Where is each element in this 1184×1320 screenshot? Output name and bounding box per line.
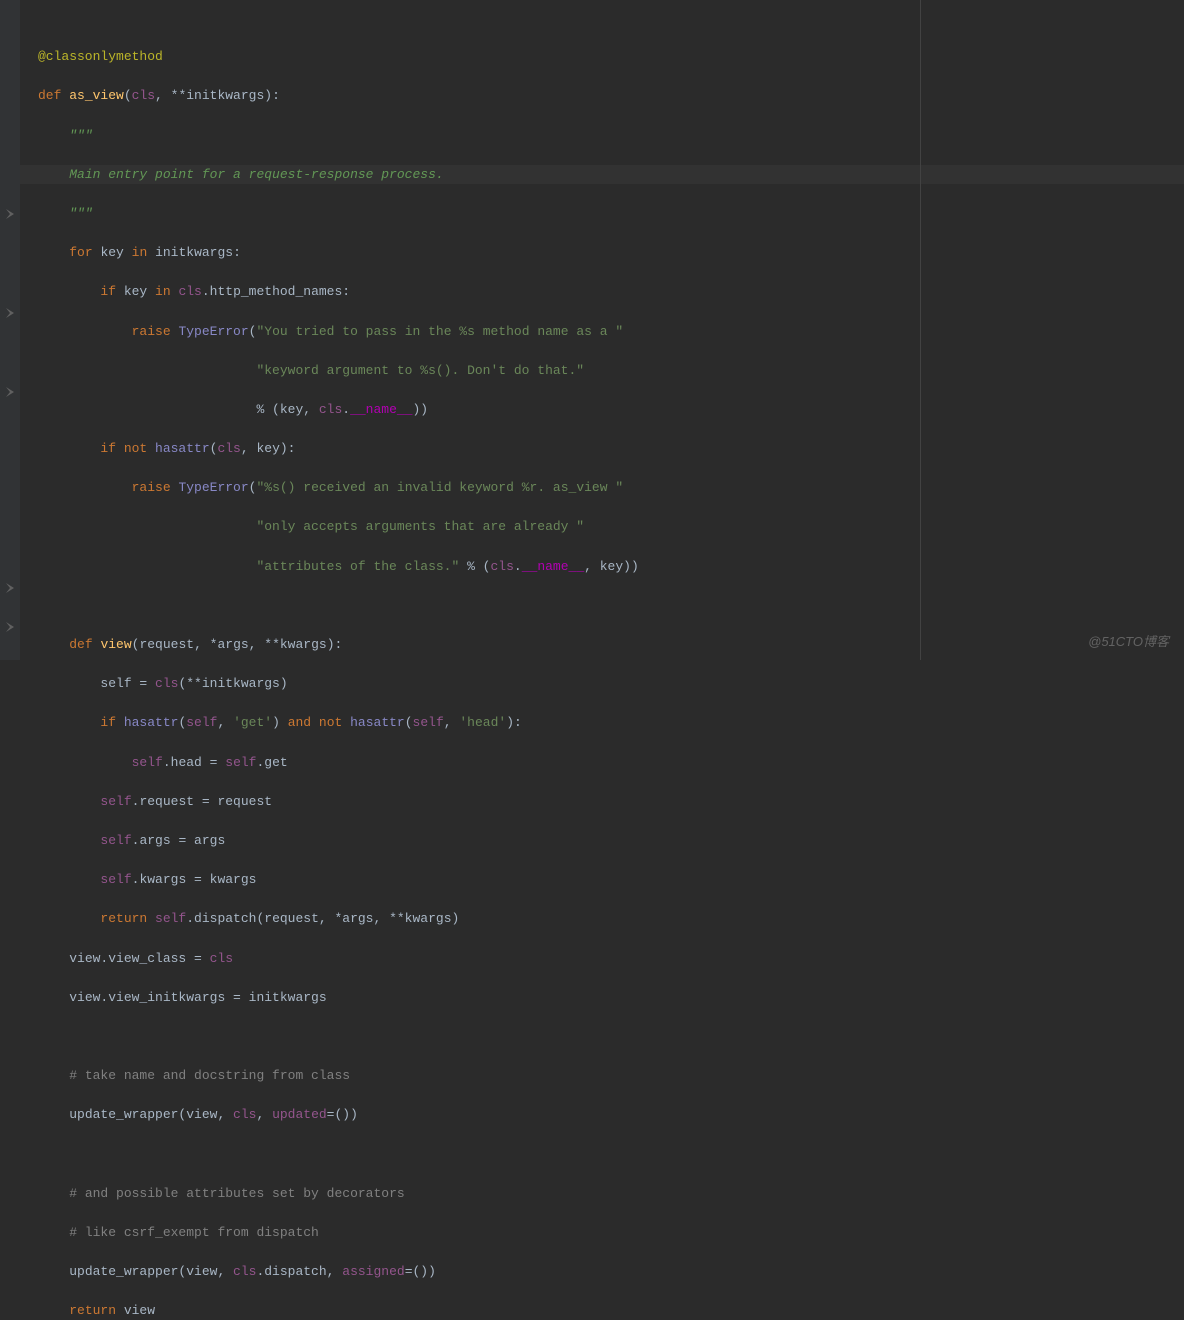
watermark: @51CTO博客 (1088, 632, 1169, 652)
editor-container: @classonlymethod def as_view(cls, **init… (0, 0, 1184, 660)
code-line: "only accepts arguments that are already… (20, 517, 1184, 537)
code-line: "attributes of the class." % (cls.__name… (20, 557, 1184, 577)
right-margin-guide (920, 0, 921, 660)
code-line (20, 1144, 1184, 1164)
code-line: if not hasattr(cls, key): (20, 439, 1184, 459)
code-area[interactable]: @classonlymethod def as_view(cls, **init… (20, 0, 1184, 660)
code-line: raise TypeError("%s() received an invali… (20, 478, 1184, 498)
code-line (20, 1027, 1184, 1047)
code-line: % (key, cls.__name__)) (20, 400, 1184, 420)
code-line: @classonlymethod (20, 47, 1184, 67)
code-line: raise TypeError("You tried to pass in th… (20, 322, 1184, 342)
code-line: def as_view(cls, **initkwargs): (20, 86, 1184, 106)
decorator: @classonlymethod (38, 49, 163, 64)
code-line: for key in initkwargs: (20, 243, 1184, 263)
code-line: self.kwargs = kwargs (20, 870, 1184, 890)
fold-marker-icon[interactable] (6, 583, 14, 593)
fold-marker-icon[interactable] (6, 308, 14, 318)
gutter (0, 0, 20, 660)
fold-marker-icon[interactable] (6, 387, 14, 397)
code-line: # take name and docstring from class (20, 1066, 1184, 1086)
code-line: # and possible attributes set by decorat… (20, 1184, 1184, 1204)
code-line: """ (20, 204, 1184, 224)
code-line: self.head = self.get (20, 753, 1184, 773)
code-line: self.args = args (20, 831, 1184, 851)
code-line: if hasattr(self, 'get') and not hasattr(… (20, 713, 1184, 733)
code-line: update_wrapper(view, cls.dispatch, assig… (20, 1262, 1184, 1282)
fold-marker-icon[interactable] (6, 622, 14, 632)
code-line: self.request = request (20, 792, 1184, 812)
code-line: self = cls(**initkwargs) (20, 674, 1184, 694)
code-line: if key in cls.http_method_names: (20, 282, 1184, 302)
code-line: def view(request, *args, **kwargs): (20, 635, 1184, 655)
code-line: update_wrapper(view, cls, updated=()) (20, 1105, 1184, 1125)
code-line: # like csrf_exempt from dispatch (20, 1223, 1184, 1243)
code-line: return self.dispatch(request, *args, **k… (20, 909, 1184, 929)
code-line: "keyword argument to %s(). Don't do that… (20, 361, 1184, 381)
code-line: """ (20, 126, 1184, 146)
code-line-highlighted: Main entry point for a request-response … (20, 165, 1184, 185)
code-line (20, 596, 1184, 616)
code-line: view.view_initkwargs = initkwargs (20, 988, 1184, 1008)
code-line: return view (20, 1301, 1184, 1320)
code-line: view.view_class = cls (20, 949, 1184, 969)
fold-marker-icon[interactable] (6, 209, 14, 219)
